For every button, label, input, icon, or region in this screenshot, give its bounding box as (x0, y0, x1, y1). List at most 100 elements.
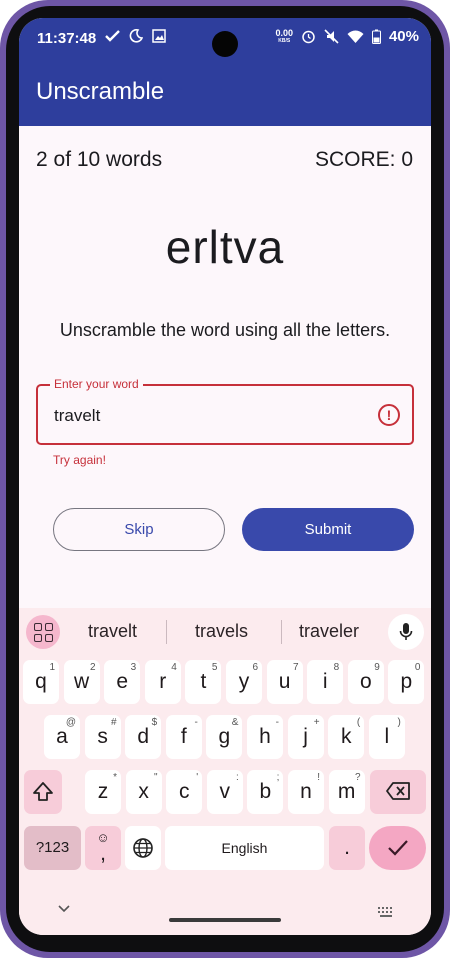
symbols-key[interactable]: ?123 (24, 826, 81, 870)
key-label: y (238, 670, 250, 693)
key-label: c (178, 780, 190, 803)
key-hint: 3 (130, 662, 137, 673)
suggestion-divider (281, 620, 282, 644)
network-speed-unit: KB/S (278, 37, 291, 44)
word-input-field[interactable]: Enter your word travelt ! (36, 377, 414, 445)
key-m[interactable]: m? (328, 770, 365, 814)
key-e[interactable]: e3 (104, 660, 141, 704)
key-hint: - (194, 717, 198, 728)
mute-icon (324, 29, 339, 44)
battery-icon (371, 29, 381, 44)
backspace-key[interactable] (370, 770, 426, 814)
key-i[interactable]: i8 (307, 660, 344, 704)
home-indicator[interactable] (169, 918, 281, 922)
key-label: x (138, 780, 149, 803)
shift-key[interactable] (24, 770, 62, 814)
notification-icons (105, 29, 166, 43)
language-key[interactable] (125, 826, 161, 870)
app-title: Unscramble (36, 78, 165, 105)
hide-keyboard-icon[interactable] (57, 904, 71, 914)
key-c[interactable]: c ' (166, 770, 203, 814)
key-hint: 0 (414, 662, 421, 673)
key-k[interactable]: k( (328, 715, 365, 759)
network-speed: 0.00 KB/S (275, 28, 293, 45)
key-label: l (384, 725, 390, 748)
app-bar: Unscramble (19, 60, 431, 126)
key-label: g (218, 725, 231, 748)
key-label: b (259, 780, 272, 803)
key-label: h (259, 725, 271, 748)
word-counter: 2 of 10 words (36, 148, 163, 171)
comma-label: , (100, 842, 106, 865)
key-label: m (337, 780, 356, 803)
key-x[interactable]: x " (125, 770, 162, 814)
key-label: d (137, 725, 150, 748)
suggestion-1[interactable]: travelt (88, 621, 137, 642)
microphone-icon[interactable] (388, 614, 424, 650)
image-icon (152, 29, 166, 43)
key-hint: ! (317, 772, 320, 783)
key-hint: : (236, 772, 239, 783)
skip-button[interactable]: Skip (53, 508, 225, 551)
front-camera (212, 31, 238, 57)
key-t[interactable]: t5 (185, 660, 222, 704)
key-h[interactable]: h- (247, 715, 283, 759)
status-time: 11:37:48 (37, 30, 97, 47)
moon-icon (129, 29, 143, 43)
key-o[interactable]: o9 (347, 660, 384, 704)
emoji-comma-key[interactable]: ☺ , (85, 826, 121, 870)
key-hint: $ (151, 717, 158, 728)
key-hint: 5 (211, 662, 218, 673)
key-hint: - (275, 717, 279, 728)
instructions-text: Unscramble the word using all the letter… (59, 320, 391, 340)
word-input-value[interactable]: travelt (54, 406, 100, 426)
key-r[interactable]: r4 (144, 660, 181, 704)
key-w[interactable]: w2 (63, 660, 100, 704)
keyboard-nav-bar (19, 898, 431, 935)
submit-button[interactable]: Submit (242, 508, 414, 551)
apps-grid-icon[interactable] (26, 615, 60, 649)
key-p[interactable]: p0 (388, 660, 425, 704)
globe-icon (133, 838, 153, 858)
alarm-icon (302, 30, 315, 44)
key-hint: ) (397, 717, 401, 728)
suggestion-3[interactable]: traveler (299, 621, 359, 642)
screen: 11:37:48 0.00 KB/S 40% Unscramble 2 of 1… (19, 18, 431, 935)
space-key[interactable]: English (165, 826, 324, 870)
key-label: u (278, 670, 291, 693)
key-hint: & (231, 717, 239, 728)
keyboard: travelt travels traveler ?123 ☺ , Englis… (19, 608, 431, 935)
key-a[interactable]: a @ (44, 715, 80, 759)
suggestion-2[interactable]: travels (195, 621, 248, 642)
key-hint: * (113, 772, 117, 783)
key-hint: " (154, 772, 158, 783)
key-z[interactable]: z * (85, 770, 121, 814)
key-hint: ' (196, 772, 199, 783)
key-l[interactable]: l) (368, 715, 405, 759)
score-label: SCORE: 0 (314, 148, 413, 171)
key-v[interactable]: v: (206, 770, 243, 814)
key-u[interactable]: u7 (266, 660, 303, 704)
key-hint: 4 (171, 662, 177, 673)
key-s[interactable]: s # (84, 715, 121, 759)
suggestion-divider (166, 620, 167, 644)
key-g[interactable]: g & (206, 715, 243, 759)
key-j[interactable]: j + (287, 715, 324, 759)
key-hint: 8 (333, 662, 340, 673)
key-q[interactable]: q1 (23, 660, 59, 704)
key-label: t (200, 670, 207, 693)
key-d[interactable]: d $ (125, 715, 162, 759)
key-label: k (340, 725, 352, 748)
key-label: p (400, 670, 413, 693)
key-b[interactable]: b; (247, 770, 284, 814)
key-f[interactable]: f- (165, 715, 202, 759)
suggestion-bar: travelt travels traveler (19, 608, 431, 654)
key-label: q (35, 670, 47, 693)
key-label: f (180, 725, 187, 748)
key-y[interactable]: y6 (226, 660, 262, 704)
key-n[interactable]: n! (288, 770, 324, 814)
enter-key[interactable] (369, 826, 426, 870)
key-label: j (303, 725, 308, 748)
period-key[interactable]: . (329, 826, 365, 870)
keyboard-switch-icon[interactable] (377, 906, 395, 918)
